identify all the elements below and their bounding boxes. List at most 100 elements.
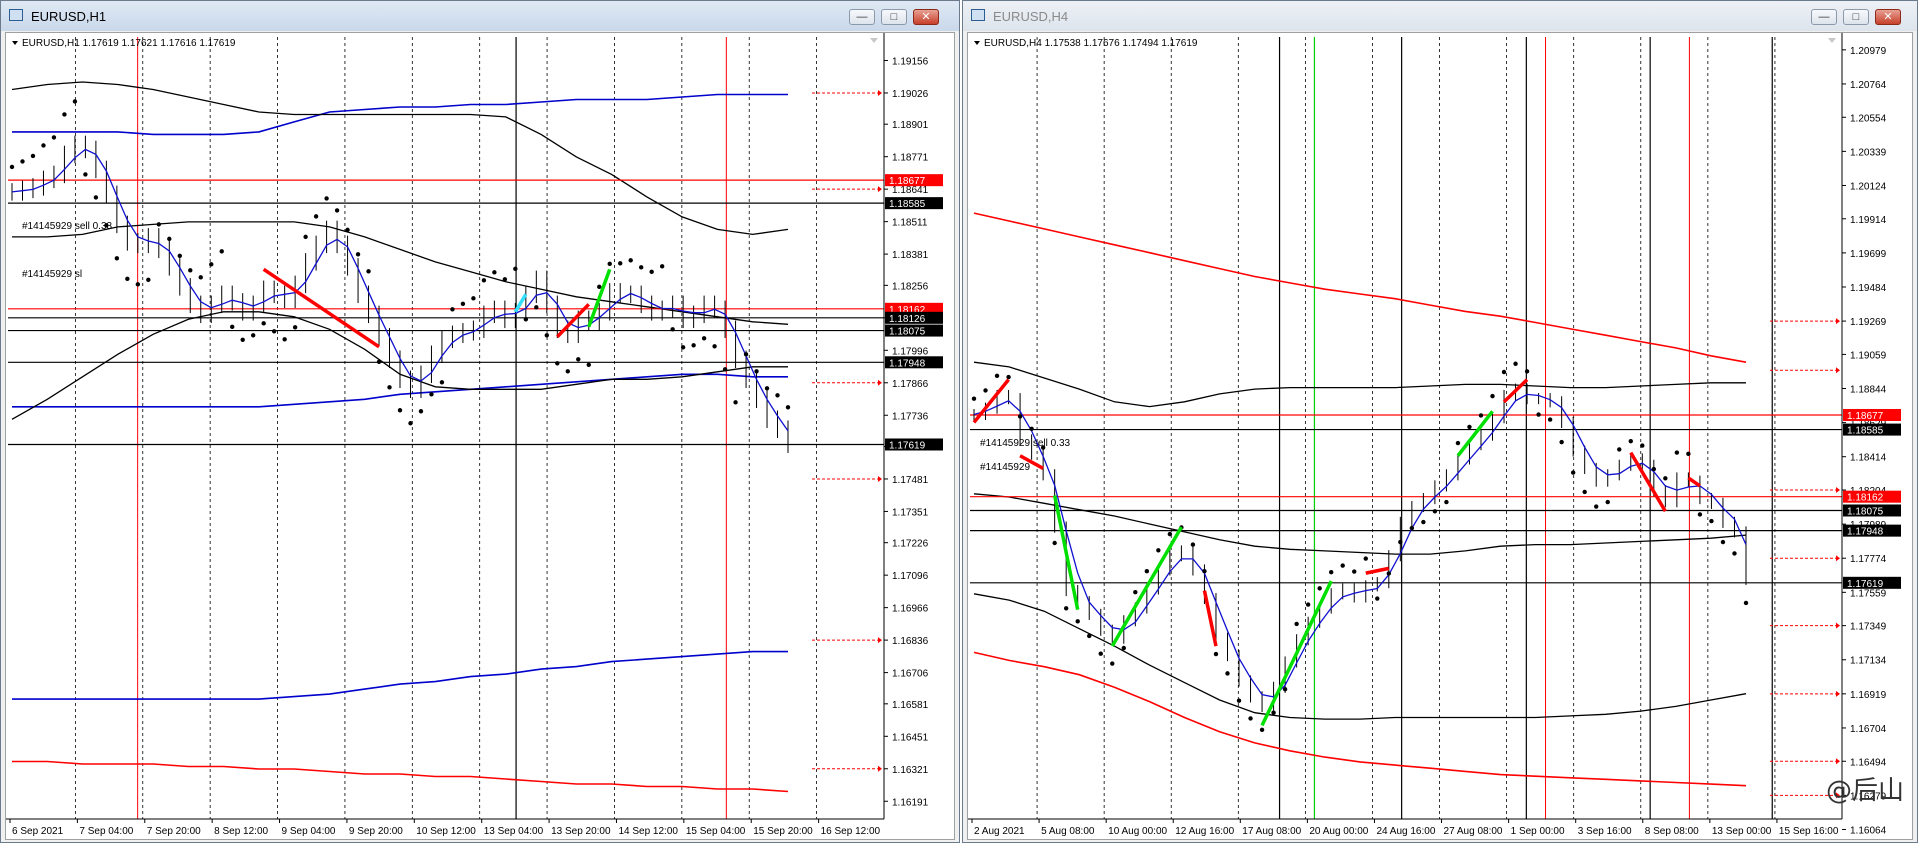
sar-dot (1720, 539, 1726, 545)
trend-segment (1260, 580, 1333, 727)
sar-dot (1709, 518, 1714, 524)
sar-dot (167, 236, 172, 242)
x-tick-label: 3 Sep 16:00 (1578, 826, 1632, 837)
y-tick-label: 1.18771 (892, 153, 929, 164)
sar-dot (1340, 563, 1345, 568)
sar-dot (534, 305, 539, 310)
price-chart-svg[interactable]: 1.20979 1.20764 1.20554 1.20339 1.20124 1.199… (968, 33, 1913, 840)
y-tick-label: 1.17559 (1850, 588, 1887, 599)
sar-dot (1133, 589, 1138, 595)
sar-dot (523, 317, 529, 322)
chart-window-h4[interactable]: EURUSD,H4 — □ ✕ 1.20979 1.20764 1.20554 1.2… (962, 0, 1918, 843)
sar-dot (1386, 571, 1392, 576)
price-level-label: 1.18075 (889, 327, 926, 338)
y-tick-label: 1.17481 (892, 475, 929, 486)
target-arrow-icon (878, 637, 882, 644)
window-title: EURUSD,H1 (31, 9, 107, 24)
x-tick-label: 7 Sep 20:00 (147, 826, 201, 837)
sar-dot (1582, 489, 1587, 495)
y-tick-label: 1.18256 (892, 281, 929, 292)
target-arrow-icon (1836, 555, 1840, 562)
sar-dot (1432, 509, 1438, 514)
x-tick-label: 17 Aug 08:00 (1242, 826, 1301, 837)
sar-dot (1017, 414, 1023, 419)
sar-dot (1686, 451, 1691, 457)
sar-dot (764, 386, 770, 391)
x-tick-label: 6 Sep 2021 (12, 826, 64, 837)
sar-dot (1617, 447, 1622, 452)
y-tick-label: 1.19914 (1850, 215, 1887, 226)
sar-dot (9, 164, 15, 170)
sar-dot (565, 369, 570, 374)
x-tick-label: 1 Sep 00:00 (1511, 826, 1565, 837)
maximize-button[interactable]: □ (1843, 9, 1869, 25)
y-tick-label: 1.16494 (1850, 757, 1887, 768)
sar-dot (418, 409, 424, 414)
sar-dot (188, 268, 193, 273)
sar-dot (1075, 619, 1080, 624)
upper-black-band (973, 361, 1746, 408)
sar-dot (230, 324, 235, 330)
y-tick-label: 1.19059 (1850, 350, 1887, 361)
sar-dot (177, 253, 182, 259)
symbol-dropdown-icon (974, 41, 980, 45)
sar-dot (366, 269, 371, 274)
x-tick-label: 16 Sep 12:00 (821, 826, 881, 837)
y-tick-label: 1.18381 (892, 250, 929, 261)
y-tick-label: 1.19484 (1850, 283, 1887, 294)
window-titlebar[interactable]: EURUSD,H1 — □ ✕ (1, 1, 959, 31)
sar-dot (345, 227, 350, 233)
sar-dot (1029, 426, 1034, 431)
target-arrow-icon (878, 475, 882, 482)
sar-dot (1259, 727, 1265, 733)
chart-canvas[interactable]: 1.19156 1.19026 1.18901 1.18771 1.18641 1.185… (5, 32, 955, 840)
window-titlebar[interactable]: EURUSD,H4 — □ ✕ (963, 1, 1917, 31)
sar-dot (324, 196, 329, 201)
sar-dot (1248, 716, 1253, 721)
sar-dot (313, 214, 319, 219)
sar-dot (146, 277, 151, 283)
sar-dot (198, 275, 203, 280)
one-click-trade-icon (870, 38, 878, 43)
trend-segment (1629, 451, 1667, 513)
sar-dot (408, 421, 413, 426)
sar-dot (1501, 369, 1507, 375)
sar-dot (1190, 542, 1196, 547)
minimize-button[interactable]: — (849, 9, 875, 25)
chart-canvas[interactable]: 1.20979 1.20764 1.20554 1.20339 1.20124 1.199… (967, 32, 1913, 840)
sar-dot (1375, 596, 1380, 601)
close-button[interactable]: ✕ (1875, 9, 1901, 25)
sar-dot (1052, 540, 1057, 546)
price-chart-svg[interactable]: 1.191561.190261.189011.187711.186411.185… (6, 33, 955, 840)
sar-dot (209, 262, 214, 267)
sar-dot (1663, 476, 1668, 481)
chart-window-icon (9, 9, 23, 21)
y-tick-label: 1.16321 (892, 765, 929, 776)
sar-dot (785, 405, 791, 410)
x-tick-label: 10 Sep 12:00 (416, 826, 476, 837)
y-tick-label: 1.20764 (1850, 80, 1887, 91)
sar-dot (1605, 499, 1610, 505)
minimize-button[interactable]: — (1811, 9, 1837, 25)
maximize-button[interactable]: □ (881, 9, 907, 25)
chart-window-h1[interactable]: EURUSD,H1 — □ ✕ 1.19156 1.19026 1.18901 1.1… (0, 0, 960, 843)
y-tick-label: 1.18844 (1850, 385, 1887, 396)
target-arrow-icon (1836, 690, 1840, 697)
y-tick-label: 1.17349 (1850, 622, 1887, 633)
sar-dot (1524, 369, 1530, 374)
x-tick-label: 13 Sep 04:00 (484, 826, 544, 837)
sar-dot (355, 252, 361, 257)
sar-dot (618, 261, 623, 266)
sar-dot (722, 367, 728, 372)
y-tick-label: 1.20979 (1850, 46, 1887, 57)
sar-dot (994, 373, 1000, 379)
sar-dot (1098, 651, 1103, 656)
sar-dot (334, 208, 340, 213)
sar-dot (1594, 504, 1599, 509)
sar-dot (1328, 569, 1334, 575)
close-button[interactable]: ✕ (913, 9, 939, 25)
sar-dot (1732, 551, 1737, 556)
sar-dot (1651, 466, 1657, 472)
sar-dot (1409, 525, 1415, 531)
sar-dot (51, 135, 57, 140)
